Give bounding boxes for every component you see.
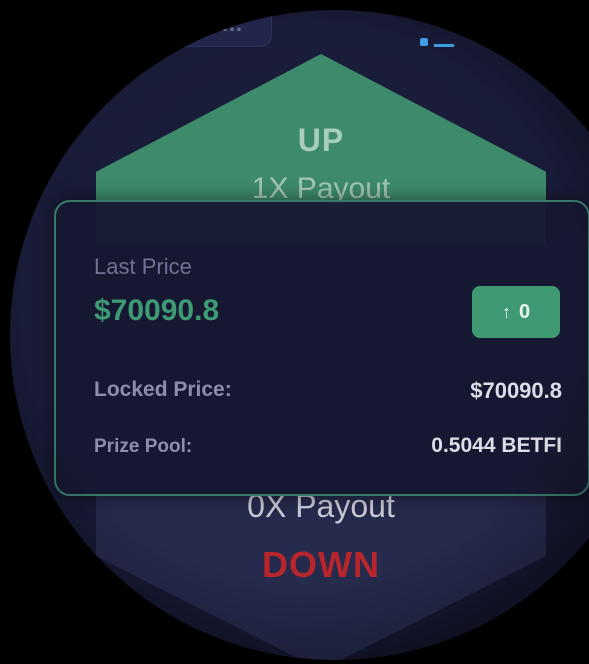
last-price-label: Last Price bbox=[94, 254, 192, 279]
arrow-up-icon: ↑ bbox=[501, 302, 511, 322]
locked-price-label: Locked Price: bbox=[94, 378, 232, 401]
last-price-value: $70090.8 bbox=[94, 294, 220, 327]
down-label: DOWN bbox=[262, 544, 380, 585]
top-chip[interactable]: … bbox=[160, 10, 272, 47]
screenshot-stage: … UP 1X Payout 0X Payout DOWN Last Price… bbox=[0, 0, 589, 664]
price-change-value: 0 bbox=[518, 300, 531, 323]
prediction-round-panel: … UP 1X Payout 0X Payout DOWN Last Price… bbox=[10, 10, 589, 660]
round-info-card: Last Price $70090.8 ↑ 0 Locked Price: $7… bbox=[54, 200, 589, 496]
locked-price-value: $70090.8 bbox=[470, 378, 562, 403]
up-label: UP bbox=[297, 122, 345, 158]
price-change-badge: ↑ 0 bbox=[472, 286, 560, 338]
prize-pool-label: Prize Pool: bbox=[94, 436, 193, 457]
top-indicator-icon bbox=[420, 38, 428, 46]
prize-pool-value: 0.5044 BETFI bbox=[431, 434, 562, 457]
top-chip-text: … bbox=[221, 11, 243, 36]
top-indicator-line bbox=[434, 44, 454, 47]
